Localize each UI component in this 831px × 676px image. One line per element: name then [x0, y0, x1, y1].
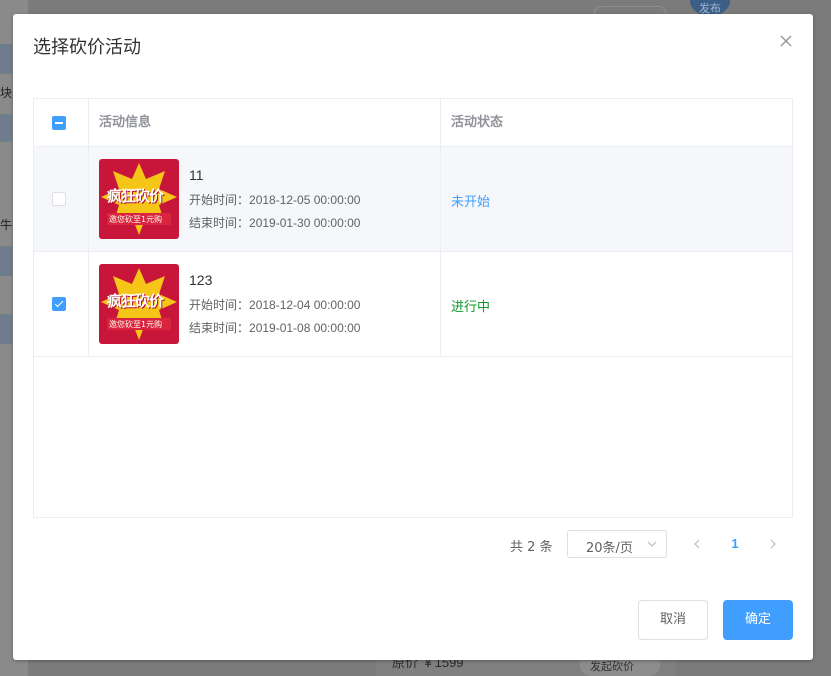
row-select-cell: [34, 252, 89, 356]
background-thumb: [0, 44, 12, 74]
column-header-status: 活动状态: [451, 115, 504, 130]
thumbnail-subtitle: 邀您砍至1元购: [109, 320, 163, 329]
background-letter: 块: [0, 86, 13, 100]
row-info-cell: 疯狂砍价 邀您砍至1元购 123 开始时间：2018-12-04 00:00:0…: [89, 252, 441, 356]
chevron-down-icon: [647, 541, 657, 547]
activity-name: 123: [189, 272, 213, 288]
activity-thumbnail[interactable]: 疯狂砍价 邀您砍至1元购: [99, 264, 179, 344]
select-all-checkbox[interactable]: [52, 116, 66, 130]
dialog-title: 选择砍价活动: [33, 37, 141, 58]
activity-end-line: 结束时间：2019-01-30 00:00:00: [189, 214, 360, 231]
activity-table: 活动信息 活动状态 疯狂砍价 邀您砍至1元购 11 开始时间：2018-12-0…: [33, 98, 793, 518]
cancel-button[interactable]: 取消: [638, 600, 708, 640]
table-row[interactable]: 疯狂砍价 邀您砍至1元购 123 开始时间：2018-12-04 00:00:0…: [34, 252, 792, 357]
chevron-left-icon: [694, 539, 700, 549]
thumbnail-title: 疯狂砍价: [107, 292, 164, 310]
next-page-button[interactable]: [759, 530, 787, 558]
row-checkbox[interactable]: [52, 297, 66, 311]
background-thumb: [0, 314, 12, 344]
activity-thumbnail[interactable]: 疯狂砍价 邀您砍至1元购: [99, 159, 179, 239]
close-icon[interactable]: [779, 34, 795, 50]
pagination-total: 共 2 条: [510, 540, 553, 555]
end-time-label: 结束时间：: [189, 216, 250, 230]
start-time-label: 开始时间：: [189, 298, 250, 312]
confirm-button[interactable]: 确定: [723, 600, 793, 640]
row-checkbox[interactable]: [52, 192, 66, 206]
activity-start-line: 开始时间：2018-12-05 00:00:00: [189, 191, 360, 208]
status-badge: 未开始: [451, 195, 491, 210]
start-time-value: 2018-12-05 00:00:00: [249, 193, 361, 207]
row-status-cell: 进行中: [441, 252, 792, 356]
table-row[interactable]: 疯狂砍价 邀您砍至1元购 11 开始时间：2018-12-05 00:00:00…: [34, 147, 792, 252]
column-header-info: 活动信息: [89, 99, 441, 147]
table-header: 活动信息 活动状态: [34, 99, 792, 147]
activity-name: 11: [189, 167, 204, 183]
row-info-cell: 疯狂砍价 邀您砍至1元购 11 开始时间：2018-12-05 00:00:00…: [89, 147, 441, 251]
start-time-label: 开始时间：: [189, 193, 250, 207]
background-thumb: [0, 114, 12, 142]
row-select-cell: [34, 147, 89, 251]
page-size-select[interactable]: 20条/页: [567, 530, 667, 558]
end-time-value: 2019-01-08 00:00:00: [249, 321, 361, 335]
background-thumb: [0, 246, 12, 276]
row-status-cell: 未开始: [441, 147, 792, 251]
chevron-right-icon: [770, 539, 776, 549]
end-time-value: 2019-01-30 00:00:00: [249, 216, 361, 230]
background-letter: 牛: [0, 218, 13, 232]
status-badge: 进行中: [451, 300, 491, 315]
page-number-current[interactable]: 1: [721, 530, 749, 558]
activity-start-line: 开始时间：2018-12-04 00:00:00: [189, 296, 360, 313]
prev-page-button[interactable]: [683, 530, 711, 558]
thumbnail-subtitle: 邀您砍至1元购: [109, 215, 163, 224]
end-time-label: 结束时间：: [189, 321, 250, 335]
page-size-value: 20条/页: [586, 541, 633, 556]
select-all-cell: [34, 99, 89, 147]
start-time-value: 2018-12-04 00:00:00: [249, 298, 361, 312]
thumbnail-title: 疯狂砍价: [107, 187, 164, 205]
activity-end-line: 结束时间：2019-01-08 00:00:00: [189, 319, 360, 336]
select-bargain-dialog: 选择砍价活动 活动信息 活动状态 疯狂砍价 邀您砍至1元购 11 开始时间：20…: [13, 14, 813, 660]
